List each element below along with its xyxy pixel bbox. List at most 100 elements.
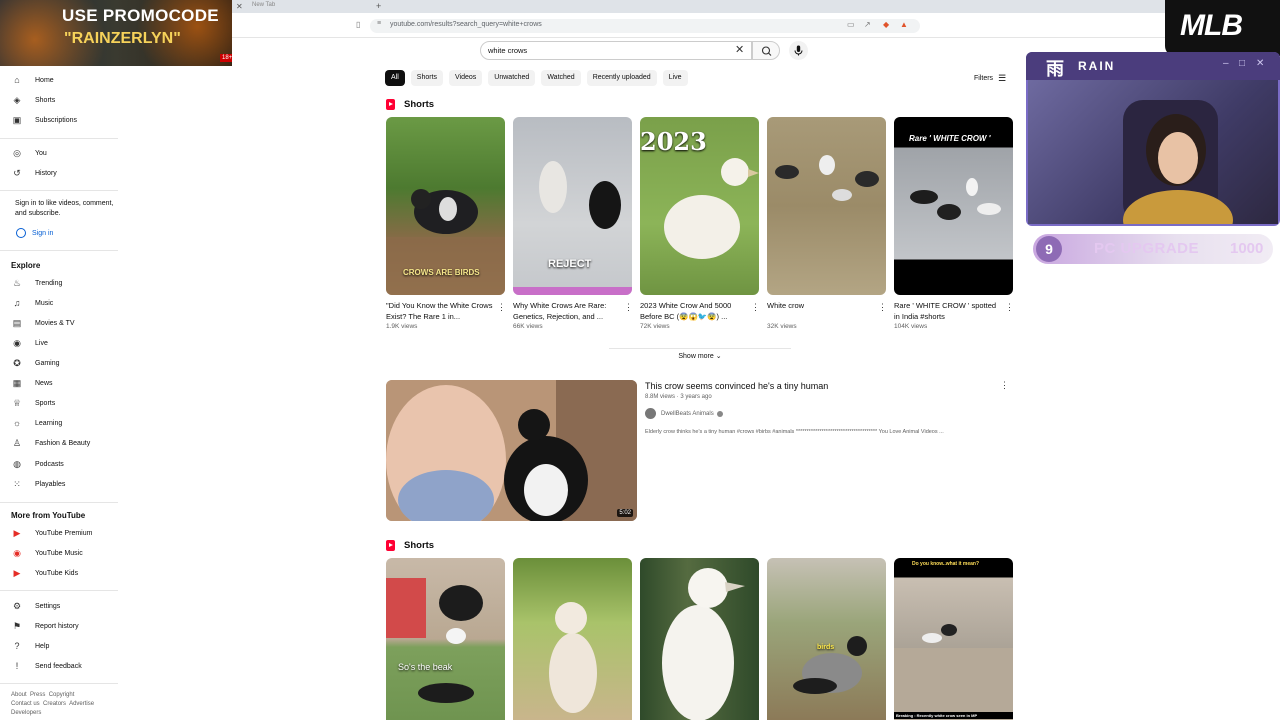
short-thumbnail[interactable] <box>767 117 886 295</box>
cast-icon[interactable]: ▭ <box>847 20 855 29</box>
bookmark-icon[interactable]: ▯ <box>356 20 360 29</box>
sidebar-item-label: YouTube Kids <box>35 569 79 577</box>
footer-link[interactable]: Contact us <box>11 701 40 707</box>
sidebar-item-youtube-premium[interactable]: ▶ YouTube Premium <box>12 525 117 541</box>
short-views: 104K views <box>894 323 928 330</box>
sidebar-item-fashion[interactable]: ♙ Fashion & Beauty <box>12 435 117 451</box>
sidebar-item-youtube-kids[interactable]: ▶ YouTube Kids <box>12 565 117 581</box>
sidebar-item-trending[interactable]: ♨ Trending <box>12 275 117 291</box>
new-tab-icon[interactable]: + <box>376 1 381 11</box>
home-icon: ⌂ <box>14 75 20 85</box>
channel-name[interactable]: DwellBeats Animals <box>661 411 714 417</box>
more-options-icon[interactable]: ⋮ <box>1000 380 1009 391</box>
sports-icon: ♕ <box>12 398 22 408</box>
sidebar-item-home[interactable]: ⌂ Home <box>12 72 117 88</box>
sidebar-item-sports[interactable]: ♕ Sports <box>12 395 117 411</box>
short-title[interactable]: White crow <box>767 300 875 322</box>
site-info-icon[interactable]: ≡ <box>377 20 381 27</box>
sidebar-item-podcasts[interactable]: ◍ Podcasts <box>12 456 117 472</box>
short-card[interactable]: Do you know..what it mean? Breaking : Re… <box>894 558 1013 720</box>
channel-avatar[interactable] <box>645 408 656 419</box>
more-options-icon[interactable]: ⋮ <box>751 302 760 313</box>
footer-link[interactable]: Developers <box>11 710 41 716</box>
short-card[interactable] <box>513 558 632 720</box>
short-thumbnail[interactable]: Do you know..what it mean? Breaking : Re… <box>894 558 1013 720</box>
chip-all[interactable]: All <box>385 70 405 86</box>
short-thumbnail[interactable]: birds <box>767 558 886 720</box>
sidebar-item-news[interactable]: ▦ News <box>12 375 117 391</box>
video-title[interactable]: This crow seems convinced he's a tiny hu… <box>645 381 828 391</box>
browser-tab[interactable]: New Tab <box>252 2 342 8</box>
streamer-image <box>1123 100 1233 224</box>
video-thumbnail[interactable]: 5:02 <box>386 380 637 521</box>
show-more-button[interactable]: Show more ⌄ <box>609 348 791 362</box>
sidebar-item-history[interactable]: ↺ History <box>12 165 117 181</box>
sidebar-divider <box>0 502 118 503</box>
short-title[interactable]: 2023 White Crow And 5000 Before BC (😨😱🐦😨… <box>640 300 748 322</box>
short-title[interactable]: Rare ' WHITE CROW ' spotted in India #sh… <box>894 300 1002 322</box>
url-text[interactable]: youtube.com/results?search_query=white+c… <box>390 21 542 28</box>
footer-link[interactable]: Creators <box>43 701 66 707</box>
short-title[interactable]: Why White Crows Are Rare: Genetics, Reje… <box>513 300 621 322</box>
sidebar-item-live[interactable]: ◉ Live <box>12 335 117 351</box>
sidebar-item-music[interactable]: ♫ Music <box>12 295 117 311</box>
footer-link[interactable]: Copyright <box>49 692 75 698</box>
short-thumbnail[interactable]: So's the beak <box>386 558 505 720</box>
more-options-icon[interactable]: ⋮ <box>497 302 506 313</box>
more-options-icon[interactable]: ⋮ <box>624 302 633 313</box>
sidebar-item-playables[interactable]: ⁙ Playables <box>12 476 117 492</box>
filters-button[interactable]: Filters ☰ <box>974 73 1006 84</box>
sidebar-item-label: Trending <box>35 279 63 287</box>
footer-link[interactable]: Advertise <box>69 701 94 707</box>
chip-unwatched[interactable]: Unwatched <box>488 70 536 86</box>
chip-shorts[interactable]: Shorts <box>410 70 444 86</box>
short-card[interactable]: birds <box>767 558 886 720</box>
settings-icon: ⚙ <box>12 601 22 611</box>
short-card[interactable]: REJECT Why White Crows Are Rare: Genetic… <box>513 117 633 330</box>
sidebar-item-report-history[interactable]: ⚑ Report history <box>12 618 117 634</box>
sidebar-item-youtube-music[interactable]: ◉ YouTube Music <box>12 545 117 561</box>
sidebar-item-you[interactable]: ◎ You <box>12 145 117 161</box>
short-card[interactable]: Rare ' WHITE CROW ' Rare ' WHITE CROW ' … <box>894 117 1014 330</box>
brave-shield-icon[interactable]: ◆ <box>883 20 889 29</box>
search-button[interactable] <box>752 41 780 60</box>
tab-close-icon[interactable]: ✕ <box>236 2 243 11</box>
short-card[interactable]: CROWS ARE BIRDS "Did You Know the White … <box>386 117 506 330</box>
sidebar-item-settings[interactable]: ⚙ Settings <box>12 598 117 614</box>
short-thumbnail[interactable]: 2023 <box>640 117 759 295</box>
sidebar-item-gaming[interactable]: ✪ Gaming <box>12 355 117 371</box>
rewards-icon[interactable]: ▲ <box>900 20 908 29</box>
thumbnail-caption: REJECT <box>548 258 592 270</box>
sidebar-item-learning[interactable]: ☼ Learning <box>12 415 117 431</box>
chip-watched[interactable]: Watched <box>541 70 581 86</box>
more-options-icon[interactable]: ⋮ <box>878 302 887 313</box>
short-thumbnail[interactable] <box>640 558 759 720</box>
sidebar-item-send-feedback[interactable]: ! Send feedback <box>12 658 117 674</box>
voice-search-button[interactable] <box>789 41 808 60</box>
more-options-icon[interactable]: ⋮ <box>1005 302 1014 313</box>
short-card[interactable] <box>640 558 759 720</box>
short-thumbnail[interactable]: Rare ' WHITE CROW ' <box>894 117 1013 295</box>
sidebar-item-shorts[interactable]: ◈ Shorts <box>12 92 117 108</box>
sidebar-item-help[interactable]: ? Help <box>12 638 117 654</box>
chip-recently-uploaded[interactable]: Recently uploaded <box>586 70 657 86</box>
sign-in-button[interactable]: Sign in <box>16 226 64 240</box>
chip-live[interactable]: Live <box>662 70 688 86</box>
sidebar-item-subscriptions[interactable]: ▣ Subscriptions <box>12 112 117 128</box>
short-thumbnail[interactable]: CROWS ARE BIRDS <box>386 117 505 295</box>
sidebar-item-label: Help <box>35 642 50 650</box>
clear-search-icon[interactable]: ✕ <box>735 43 744 56</box>
short-card[interactable]: 2023 2023 White Crow And 5000 Before BC … <box>640 117 760 330</box>
short-thumbnail[interactable] <box>513 558 632 720</box>
short-card[interactable]: So's the beak <box>386 558 505 720</box>
footer-link[interactable]: About <box>11 692 27 698</box>
chip-videos[interactable]: Videos <box>449 70 483 86</box>
share-icon[interactable]: ↗ <box>864 20 871 29</box>
short-card[interactable]: White crow 32K views ⋮ <box>767 117 887 330</box>
channel-link[interactable]: DwellBeats Animals <box>645 408 723 419</box>
sidebar-item-movies[interactable]: ▤ Movies & TV <box>12 315 117 331</box>
short-thumbnail[interactable]: REJECT <box>513 117 632 295</box>
search-query[interactable]: white crows <box>488 46 527 55</box>
footer-link[interactable]: Press <box>30 692 45 698</box>
short-title[interactable]: "Did You Know the White Crows Exist? The… <box>386 300 494 322</box>
